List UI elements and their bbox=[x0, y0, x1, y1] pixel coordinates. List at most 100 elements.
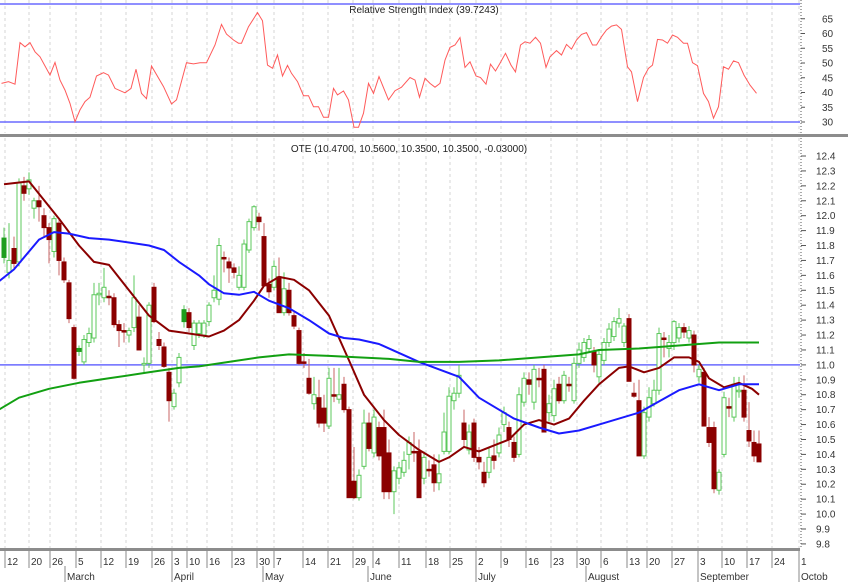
candle-body bbox=[76, 347, 82, 352]
candle-body bbox=[526, 379, 532, 385]
candle-body bbox=[236, 274, 242, 288]
date-label: 14 bbox=[305, 557, 317, 568]
price-title: OTE (10.4700, 10.5600, 10.3500, 10.3500,… bbox=[291, 144, 527, 155]
candle-body bbox=[196, 322, 202, 335]
candle-body bbox=[81, 339, 87, 363]
date-label: 21 bbox=[330, 557, 342, 568]
price-tick-label: 10.5 bbox=[816, 435, 836, 446]
date-label: 1 bbox=[801, 557, 807, 568]
candle-body bbox=[606, 328, 612, 343]
date-label: 16 bbox=[209, 557, 221, 568]
price-tick-label: 11.2 bbox=[816, 331, 835, 342]
candle-body bbox=[676, 327, 682, 339]
price-tick-label: 10.2 bbox=[816, 480, 836, 491]
candle-body bbox=[331, 394, 337, 397]
candle-body bbox=[301, 361, 307, 364]
candle-body bbox=[201, 322, 207, 336]
date-label: 10 bbox=[189, 557, 201, 568]
candle-body bbox=[471, 422, 477, 458]
candle-body bbox=[546, 403, 552, 414]
candle-body bbox=[756, 443, 762, 463]
candle-body bbox=[371, 416, 377, 454]
rsi-tick-label: 55 bbox=[822, 44, 834, 55]
price-tick-label: 9.9 bbox=[816, 525, 830, 536]
date-label: 29 bbox=[355, 557, 367, 568]
candle-body bbox=[416, 450, 422, 499]
candle-body bbox=[31, 200, 37, 209]
date-label: 6 bbox=[603, 557, 609, 568]
candle-body bbox=[151, 286, 157, 323]
candle-body bbox=[486, 456, 492, 473]
month-label: August bbox=[588, 572, 619, 582]
date-label: 23 bbox=[553, 557, 565, 568]
date-label: 17 bbox=[749, 557, 761, 568]
x-axis: 12 20 26 5 12 19 26 3 10 16 23 30 7 14 21 29 4 11 18 25 2 9 16… bbox=[0, 548, 828, 582]
candle-body bbox=[141, 362, 147, 366]
rsi-line bbox=[1, 11, 757, 128]
date-label: 23 bbox=[234, 557, 246, 568]
candle-body bbox=[11, 248, 17, 264]
date-label: 13 bbox=[629, 557, 641, 568]
date-label: 3 bbox=[174, 557, 180, 568]
rsi-tick-label: 35 bbox=[822, 103, 834, 114]
candle-body bbox=[136, 316, 142, 351]
candle-body bbox=[96, 292, 102, 296]
candle-body bbox=[391, 470, 397, 493]
date-label: 12 bbox=[7, 557, 19, 568]
rsi-tick-label: 50 bbox=[822, 59, 834, 70]
candle-body bbox=[131, 297, 137, 329]
price-tick-label: 10.3 bbox=[816, 465, 836, 476]
price-tick-label: 9.8 bbox=[816, 539, 830, 550]
candle-body bbox=[166, 371, 172, 402]
price-tick-label: 11.8 bbox=[816, 241, 835, 252]
candle-body bbox=[291, 315, 297, 327]
candle-body bbox=[336, 394, 342, 400]
candle-body bbox=[551, 388, 557, 417]
candle-body bbox=[231, 267, 237, 273]
price-tick-label: 10.1 bbox=[816, 495, 836, 506]
candle-body bbox=[711, 427, 717, 490]
candle-body bbox=[661, 337, 667, 341]
candle-body bbox=[36, 200, 42, 208]
price-tick-label: 10.6 bbox=[816, 420, 836, 431]
candle-body bbox=[741, 389, 747, 418]
date-label: 24 bbox=[774, 557, 786, 568]
date-label: 2 bbox=[478, 557, 484, 568]
candle-body bbox=[751, 441, 757, 457]
candle-body bbox=[421, 456, 427, 479]
candle-body bbox=[736, 389, 742, 393]
month-label: May bbox=[265, 572, 284, 582]
candle-body bbox=[621, 325, 627, 344]
candle-body bbox=[531, 368, 537, 403]
candle-body bbox=[271, 265, 277, 288]
candle-body bbox=[351, 480, 357, 499]
candle-body bbox=[616, 318, 622, 324]
candle-body bbox=[696, 368, 702, 378]
candle-body bbox=[396, 467, 402, 479]
price-tick-label: 11.7 bbox=[816, 256, 835, 267]
candle-body bbox=[306, 377, 312, 394]
date-label: 10 bbox=[724, 557, 736, 568]
rsi-title: Relative Strength Index (39.7243) bbox=[349, 5, 499, 16]
price-tick-label: 12.4 bbox=[816, 152, 836, 163]
price-tick-label: 10.0 bbox=[816, 510, 836, 521]
candle-body bbox=[591, 350, 597, 366]
candle-body bbox=[631, 392, 637, 397]
candle-body bbox=[266, 283, 272, 293]
candle-body bbox=[701, 371, 707, 427]
candle-body bbox=[326, 377, 332, 427]
candle-body bbox=[446, 395, 452, 452]
panel-divider bbox=[0, 134, 848, 137]
candle-body bbox=[626, 318, 632, 382]
date-label: 20 bbox=[649, 557, 661, 568]
candle-body bbox=[181, 309, 187, 323]
candle-body bbox=[356, 474, 362, 499]
date-label: 20 bbox=[31, 557, 43, 568]
candle-body bbox=[91, 294, 97, 339]
ma-long-line bbox=[0, 341, 759, 411]
candle-body bbox=[451, 392, 457, 402]
candle-body bbox=[516, 394, 522, 455]
price-tick-label: 10.9 bbox=[816, 375, 836, 386]
price-panel bbox=[0, 172, 800, 515]
candle-body bbox=[441, 431, 447, 452]
